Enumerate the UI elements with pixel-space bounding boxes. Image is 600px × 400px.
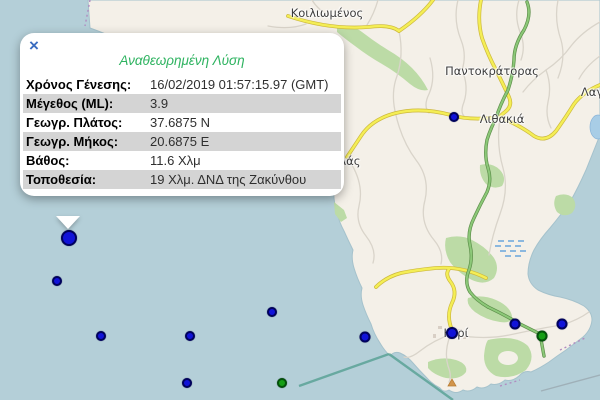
- place-label: Κοιλιωμένος: [291, 6, 364, 20]
- close-icon[interactable]: ×: [29, 36, 39, 56]
- popup-row-label: Γεωγρ. Πλάτος:: [23, 113, 147, 132]
- popup-row-value: 3.9: [147, 94, 341, 113]
- popup-row-value: 20.6875 E: [147, 132, 341, 151]
- earthquake-marker[interactable]: [537, 331, 548, 342]
- popup-row-label: Γεωγρ. Μήκος:: [23, 132, 147, 151]
- popup-row-label: Μέγεθος (ML):: [23, 94, 147, 113]
- popup-row-label: Χρόνος Γένεσης:: [23, 75, 147, 94]
- popup-row: Γεωγρ. Μήκος:20.6875 E: [23, 132, 341, 151]
- place-label: Παντοκράτορας: [445, 64, 539, 78]
- earthquake-marker[interactable]: [510, 319, 521, 330]
- popup-row: Τοποθεσία:19 Χλμ. ΔΝΔ της Ζακύνθου: [23, 170, 341, 189]
- earthquake-marker[interactable]: [185, 331, 195, 341]
- earthquake-marker[interactable]: [52, 276, 62, 286]
- popup-row: Γεωγρ. Πλάτος:37.6875 N: [23, 113, 341, 132]
- place-label: Λιθακιά: [480, 112, 525, 126]
- popup-row-value: 37.6875 N: [147, 113, 341, 132]
- popup-row-value: 16/02/2019 01:57:15.97 (GMT): [147, 75, 341, 94]
- earthquake-details-table: Χρόνος Γένεσης:16/02/2019 01:57:15.97 (G…: [23, 75, 341, 189]
- earthquake-marker[interactable]: [182, 378, 192, 388]
- popup-title: Αναθεωρημένη Λύση: [23, 53, 341, 68]
- selected-earthquake-marker[interactable]: [61, 230, 77, 246]
- place-label: Λαγ: [581, 85, 600, 99]
- earthquake-marker[interactable]: [96, 331, 106, 341]
- popup-row-label: Βάθος:: [23, 151, 147, 170]
- popup-row-value: 19 Χλμ. ΔΝΔ της Ζακύνθου: [147, 170, 341, 189]
- popup-table-body: Χρόνος Γένεσης:16/02/2019 01:57:15.97 (G…: [23, 75, 341, 189]
- earthquake-marker[interactable]: [557, 319, 568, 330]
- map-canvas[interactable]: ΚοιλιωμένοςΠαντοκράτοραςΛιθακιάΛαγιλάςΚε…: [0, 0, 600, 400]
- earthquake-marker[interactable]: [449, 112, 459, 122]
- popup-row: Χρόνος Γένεσης:16/02/2019 01:57:15.97 (G…: [23, 75, 341, 94]
- earthquake-popup: × Αναθεωρημένη Λύση Χρόνος Γένεσης:16/02…: [20, 33, 344, 196]
- popup-row-label: Τοποθεσία:: [23, 170, 147, 189]
- earthquake-marker[interactable]: [277, 378, 287, 388]
- earthquake-marker[interactable]: [267, 307, 277, 317]
- popup-tail-pointer: [56, 216, 80, 229]
- earthquake-marker[interactable]: [446, 327, 458, 339]
- popup-row: Βάθος:11.6 Χλμ: [23, 151, 341, 170]
- popup-row: Μέγεθος (ML):3.9: [23, 94, 341, 113]
- popup-row-value: 11.6 Χλμ: [147, 151, 341, 170]
- earthquake-marker[interactable]: [360, 332, 371, 343]
